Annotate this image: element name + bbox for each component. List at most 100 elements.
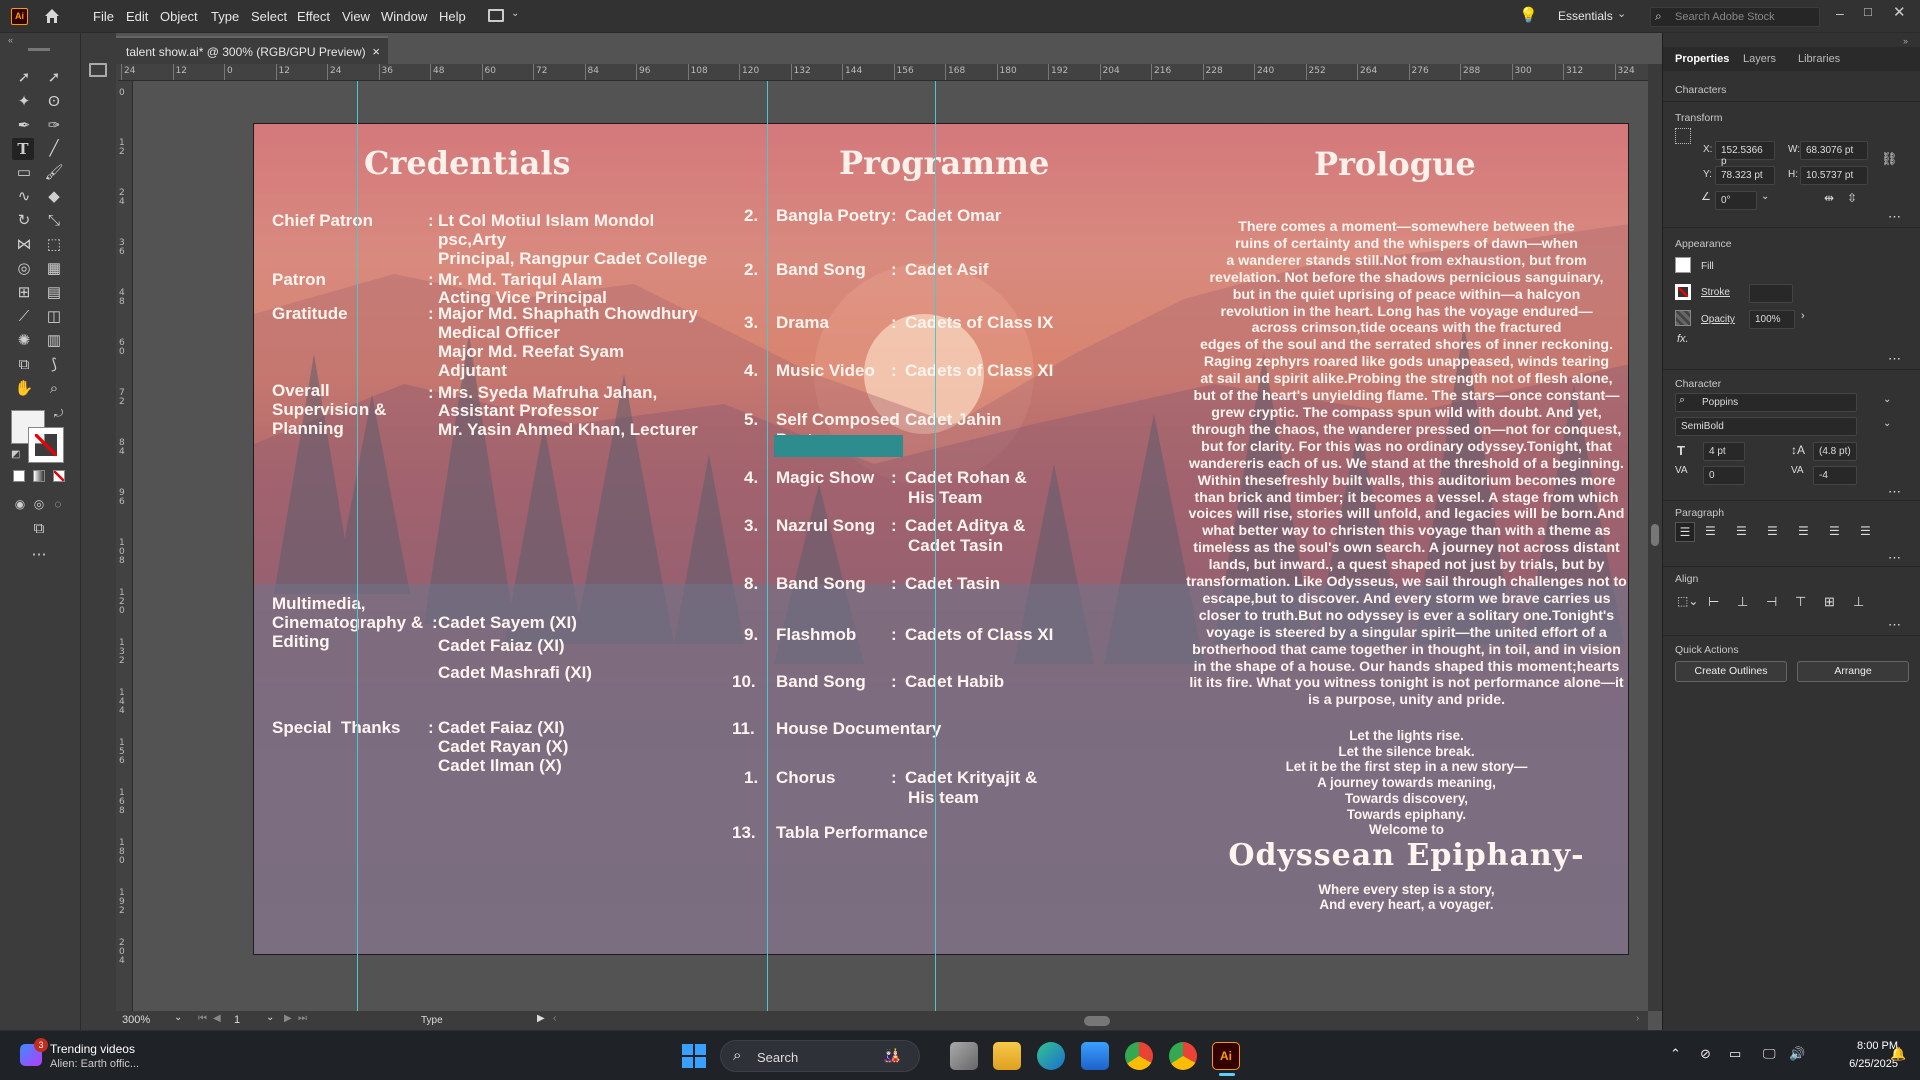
guide-line[interactable] <box>767 81 768 1011</box>
credentials-name-line[interactable]: Cadet Rayan (X) <box>438 737 568 756</box>
task-view-icon[interactable] <box>950 1042 978 1070</box>
credentials-name-line[interactable]: psc,Arty <box>438 230 506 249</box>
vertical-align-bottom-icon[interactable]: ⊥ <box>1853 594 1864 610</box>
blend-tool-icon[interactable]: ◫ <box>43 306 65 328</box>
more-options-icon[interactable]: ⋯ <box>1888 351 1901 367</box>
credentials-name-line[interactable]: Principal, Rangpur Cadet College <box>438 249 707 268</box>
flip-vertical-icon[interactable]: ⇳ <box>1847 191 1857 205</box>
screen-mode-icon[interactable]: ⧉ <box>28 518 50 540</box>
credentials-name-line[interactable]: Mrs. Syeda Mafruha Jahan, <box>438 383 657 402</box>
panel-icon[interactable] <box>89 63 107 77</box>
credentials-role-label[interactable]: Multimedia, Cinematography & Editing <box>272 594 423 651</box>
minimize-window-icon[interactable]: – <box>1836 5 1844 21</box>
justify-right-icon[interactable]: ☰ <box>1829 524 1840 538</box>
swap-fill-stroke-icon[interactable]: ⤾ <box>54 408 63 421</box>
create-outlines-button[interactable]: Create Outlines <box>1675 661 1787 682</box>
width-tool-icon[interactable]: ⋈ <box>13 234 35 256</box>
prev-artboard-icon[interactable]: ◀ <box>213 1013 221 1024</box>
font-family-field[interactable]: Poppins <box>1675 393 1857 412</box>
eyedropper-tool-icon[interactable]: ⟋ <box>13 306 35 328</box>
horizontal-ruler[interactable]: 24 12 0 12 24 36 48 60 72 84 96 108 120 132 144 156 168 1… <box>118 64 1648 81</box>
last-artboard-icon[interactable]: ⏭ <box>298 1013 307 1024</box>
symbol-sprayer-tool-icon[interactable]: ✺ <box>13 330 35 352</box>
gradient-mode-icon[interactable] <box>33 470 45 482</box>
width-field[interactable]: 68.3076 pt <box>1800 141 1868 160</box>
stock-search-box[interactable]: ⌕ Search Adobe Stock <box>1650 7 1820 27</box>
menu-type[interactable]: Type <box>211 9 239 24</box>
programme-item-name[interactable]: Flashmob <box>776 625 856 644</box>
programme-item-performer[interactable]: Cadet Tasin <box>905 574 1000 593</box>
edit-toolbar-icon[interactable]: ⋯ <box>28 544 50 566</box>
programme-item-name[interactable]: Tabla Performance <box>776 823 928 842</box>
credentials-role-label[interactable]: Overall Supervision & Planning <box>272 381 386 438</box>
menu-effect[interactable]: Effect <box>297 9 330 24</box>
opacity-field[interactable]: 100% <box>1749 310 1795 329</box>
credentials-name-line[interactable]: Major Md. Reefat Syam <box>438 342 624 361</box>
workspace-switcher[interactable]: Essentials <box>1558 9 1613 23</box>
widgets-button[interactable]: 3 Trending videos Alien: Earth offic... <box>16 1038 176 1074</box>
maximize-window-icon[interactable]: □ <box>1864 4 1872 19</box>
programme-item-performer[interactable]: Cadet Aditya & <box>905 516 1025 535</box>
paintbrush-tool-icon[interactable]: 🖌 <box>43 162 65 184</box>
programme-item-performer[interactable]: His Team <box>908 488 982 507</box>
programme-title[interactable]: Programme <box>839 144 1049 182</box>
color-mode-icon[interactable] <box>13 470 25 482</box>
programme-item-name[interactable]: Band Song <box>776 672 866 691</box>
programme-item-performer[interactable]: Cadet Tasin <box>908 536 1003 555</box>
edge-browser-icon[interactable] <box>1037 1042 1065 1070</box>
arrange-documents-icon[interactable] <box>488 9 504 22</box>
direct-selection-tool-icon[interactable]: ➚ <box>43 67 65 89</box>
justify-all-icon[interactable]: ☰ <box>1860 524 1871 538</box>
programme-item-performer[interactable]: Cadet Rohan & <box>905 468 1027 487</box>
network-off-icon[interactable]: ⊘ <box>1700 1046 1711 1062</box>
menu-help[interactable]: Help <box>439 9 466 24</box>
menu-object[interactable]: Object <box>160 9 198 24</box>
chevron-right-icon[interactable]: › <box>1801 310 1805 322</box>
programme-item-name[interactable]: Music Video <box>776 361 875 380</box>
default-fill-stroke-icon[interactable]: ◩ <box>11 449 20 460</box>
chevron-down-icon[interactable]: ⌄ <box>1883 394 1891 405</box>
programme-item-performer[interactable]: Cadet Jahin <box>905 410 1001 429</box>
programme-item-performer[interactable]: Cadet Habib <box>905 672 1004 691</box>
programme-item-performer[interactable]: Cadets of Class XI <box>905 625 1053 644</box>
menu-edit[interactable]: Edit <box>126 9 148 24</box>
file-explorer-icon[interactable] <box>993 1042 1021 1070</box>
horizontal-align-left-icon[interactable]: ⊢ <box>1708 594 1719 610</box>
x-field[interactable]: 152.5366 p <box>1715 141 1775 167</box>
collapse-panel-icon[interactable]: « <box>8 35 13 45</box>
event-tagline[interactable]: Where every step is a story, And every he… <box>1184 882 1628 912</box>
guide-line[interactable] <box>357 81 358 1011</box>
programme-item-name[interactable]: Bangla Poetry <box>776 206 890 225</box>
scale-tool-icon[interactable]: ⤡ <box>43 210 65 232</box>
font-style-field[interactable]: SemiBold <box>1675 417 1857 436</box>
artboard-number[interactable]: 1 <box>234 1014 240 1026</box>
credentials-name-line[interactable]: Major Md. Shaphath Chowdhury <box>438 304 698 323</box>
constrain-proportions-icon[interactable]: ⛓ <box>1881 151 1898 167</box>
flip-horizontal-icon[interactable]: ⇹ <box>1824 191 1834 205</box>
free-transform-tool-icon[interactable]: ⬚ <box>43 234 65 256</box>
chevron-down-icon[interactable]: ⌄ <box>511 8 519 19</box>
scroll-right-icon[interactable]: › <box>1636 1013 1639 1024</box>
rotate-field[interactable]: 0° <box>1715 191 1757 210</box>
first-artboard-icon[interactable]: ⏮ <box>198 1013 207 1024</box>
home-icon[interactable] <box>43 7 61 25</box>
scroll-thumb[interactable] <box>1651 524 1659 546</box>
collapse-panel-icon[interactable]: » <box>1903 36 1908 46</box>
programme-item-performer[interactable]: His team <box>908 788 979 807</box>
type-tool-icon[interactable]: T <box>12 138 34 160</box>
curvature-tool-icon[interactable]: ✑ <box>43 115 65 137</box>
tab-properties[interactable]: Properties <box>1675 53 1729 65</box>
credentials-name-line[interactable]: Cadet Sayem (XI) <box>438 613 577 632</box>
battery-icon[interactable]: ▭ <box>1729 1046 1741 1062</box>
programme-item-performer[interactable]: Cadets of Class IX <box>905 313 1053 332</box>
more-options-icon[interactable]: ⋯ <box>1888 484 1901 500</box>
y-field[interactable]: 78.323 pt <box>1715 166 1775 185</box>
align-left-icon[interactable]: ☰ <box>1675 522 1695 542</box>
chrome-icon[interactable] <box>1125 1042 1153 1070</box>
justify-left-icon[interactable]: ☰ <box>1767 524 1778 538</box>
more-options-icon[interactable]: ⋯ <box>1888 209 1901 225</box>
credentials-role-label[interactable]: Special Thanks <box>272 718 401 737</box>
credentials-name-line[interactable]: Mr. Yasin Ahmed Khan, Lecturer <box>438 420 698 439</box>
volume-icon[interactable]: 🔊 <box>1789 1046 1805 1062</box>
programme-item-name[interactable]: Drama <box>776 313 829 332</box>
